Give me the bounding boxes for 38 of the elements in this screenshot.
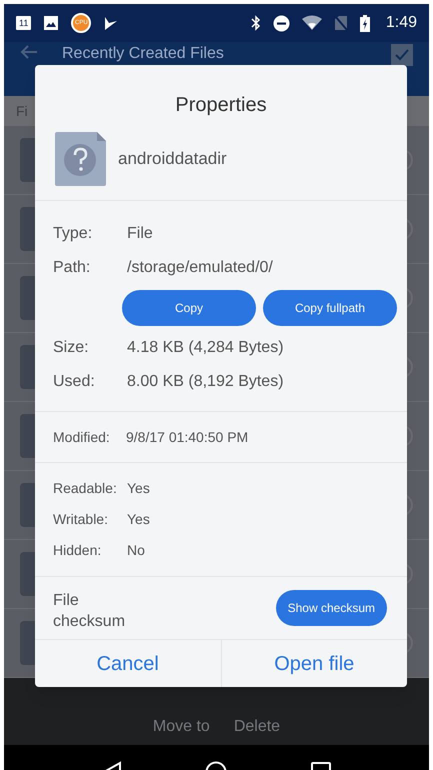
property-value: 4.18 KB (4,284 Bytes) [127, 338, 284, 358]
property-label: Path: [53, 258, 92, 278]
wifi-icon [302, 15, 322, 31]
show-checksum-button[interactable]: Show checksum [276, 590, 387, 626]
do-not-disturb-icon [272, 14, 290, 32]
bluetooth-icon [250, 15, 261, 31]
no-sim-icon [334, 15, 348, 31]
property-label: Readable: [53, 479, 118, 498]
property-label: Size: [53, 338, 90, 358]
select-all-icon[interactable] [391, 44, 413, 66]
calendar-notification-icon: 11 [16, 16, 32, 30]
clock-time: 1:49 [386, 13, 417, 33]
property-label: Writable: [53, 510, 109, 529]
image-icon [43, 15, 60, 31]
property-label: Type: [53, 224, 94, 244]
property-value: Yes [127, 479, 150, 498]
property-value: File [127, 224, 153, 244]
check-flag-icon [103, 15, 120, 31]
property-value: Yes [127, 510, 150, 529]
property-value: /storage/emulated/0/ [127, 258, 273, 278]
dialog-action-button[interactable]: Cancel [35, 640, 220, 687]
dialog-title: Properties [174, 93, 268, 118]
file-name: androiddatadir [118, 148, 227, 170]
unknown-file-icon [55, 132, 106, 186]
property-value: 8.00 KB (8,192 Bytes) [127, 372, 284, 392]
battery-charging-icon [360, 14, 370, 32]
screen-title: Recently Created Files [62, 44, 225, 63]
copy-button[interactable]: Copy fullpath [263, 290, 397, 326]
property-value: 9/8/17 01:40:50 PM [126, 428, 248, 446]
property-value: No [127, 541, 145, 560]
property-label: Modified: [53, 428, 111, 446]
copy-button[interactable]: Copy [122, 290, 256, 326]
toolbar-action[interactable]: Delete [234, 714, 280, 738]
toolbar-action[interactable]: Move to [152, 714, 210, 738]
property-label: Used: [53, 372, 96, 392]
property-label: Hidden: [53, 541, 102, 560]
dialog-action-button[interactable]: Open file [220, 640, 407, 687]
checksum-label: File checksum [53, 591, 126, 632]
